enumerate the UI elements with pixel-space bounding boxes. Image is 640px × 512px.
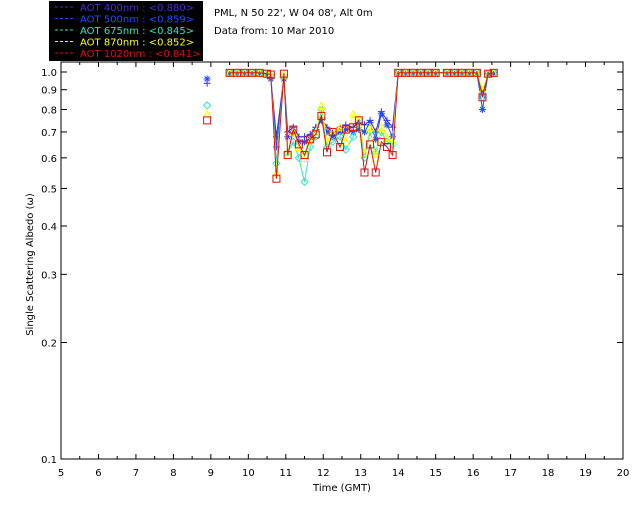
x-tick-label: 19: [579, 468, 592, 479]
x-tick-label: 5: [58, 468, 64, 479]
data-point: [202, 101, 212, 110]
series-line: [229, 72, 494, 179]
x-tick-label: 12: [317, 468, 330, 479]
y-axis-title: Single Scattering Albedo (ω): [25, 193, 36, 336]
date-info-line: Data from: 10 Mar 2010: [214, 26, 334, 37]
data-point: [203, 116, 212, 125]
site-info-line: PML, N 50 22', W 04 08', Alt 0m: [214, 8, 373, 19]
x-tick-label: 7: [133, 468, 139, 479]
series-line: [229, 72, 494, 183]
y-tick-label: 1.0: [41, 68, 57, 79]
x-tick-label: 20: [617, 468, 630, 479]
legend-entry: AOT 500nm : <0.859>: [80, 15, 194, 26]
y-tick-label: 0.5: [41, 184, 57, 195]
x-tick-label: 16: [467, 468, 480, 479]
data-point: [377, 110, 385, 118]
albedo-chart: AOT 400nm : <0.880>AOT 500nm : <0.859>AO…: [25, 1, 630, 494]
x-tick-label: 15: [429, 468, 442, 479]
y-tick-label: 0.2: [41, 339, 57, 350]
legend-entry: AOT 1020nm : <0.841>: [80, 49, 200, 60]
series-3: [202, 68, 499, 177]
y-tick-label: 0.6: [41, 154, 57, 165]
series-0: [203, 69, 498, 141]
x-tick-label: 17: [504, 468, 517, 479]
y-axis: 0.1 0.2 0.3 0.4 0.5 0.6 0.7 0.8 0.9 1.0: [41, 68, 623, 466]
y-tick-label: 0.9: [41, 86, 57, 97]
y-tick-label: 0.4: [41, 222, 57, 233]
y-tick-label: 0.7: [41, 128, 57, 139]
legend-entry: AOT 400nm : <0.880>: [80, 3, 194, 14]
data-point: [383, 121, 391, 129]
x-tick-label: 9: [208, 468, 214, 479]
x-tick-label: 11: [279, 468, 292, 479]
data-point: [202, 109, 212, 118]
x-tick-label: 8: [170, 468, 176, 479]
data-point: [479, 106, 486, 114]
x-tick-label: 14: [392, 468, 405, 479]
x-axis-title: Time (GMT): [312, 483, 371, 494]
x-tick-label: 18: [542, 468, 555, 479]
x-tick-label: 10: [242, 468, 255, 479]
x-tick-label: 13: [354, 468, 367, 479]
plot-frame: [60, 61, 624, 460]
legend-entry: AOT 870nm : <0.852>: [80, 38, 194, 49]
series-layer: [202, 68, 499, 187]
series-1: [203, 69, 498, 151]
series-line: [229, 72, 494, 138]
y-tick-label: 0.3: [41, 270, 57, 281]
y-tick-label: 0.8: [41, 106, 57, 117]
legend-entry: AOT 675nm : <0.845>: [80, 26, 194, 37]
y-tick-label: 0.1: [41, 455, 57, 466]
data-point: [203, 75, 211, 83]
x-tick-label: 6: [95, 468, 101, 479]
